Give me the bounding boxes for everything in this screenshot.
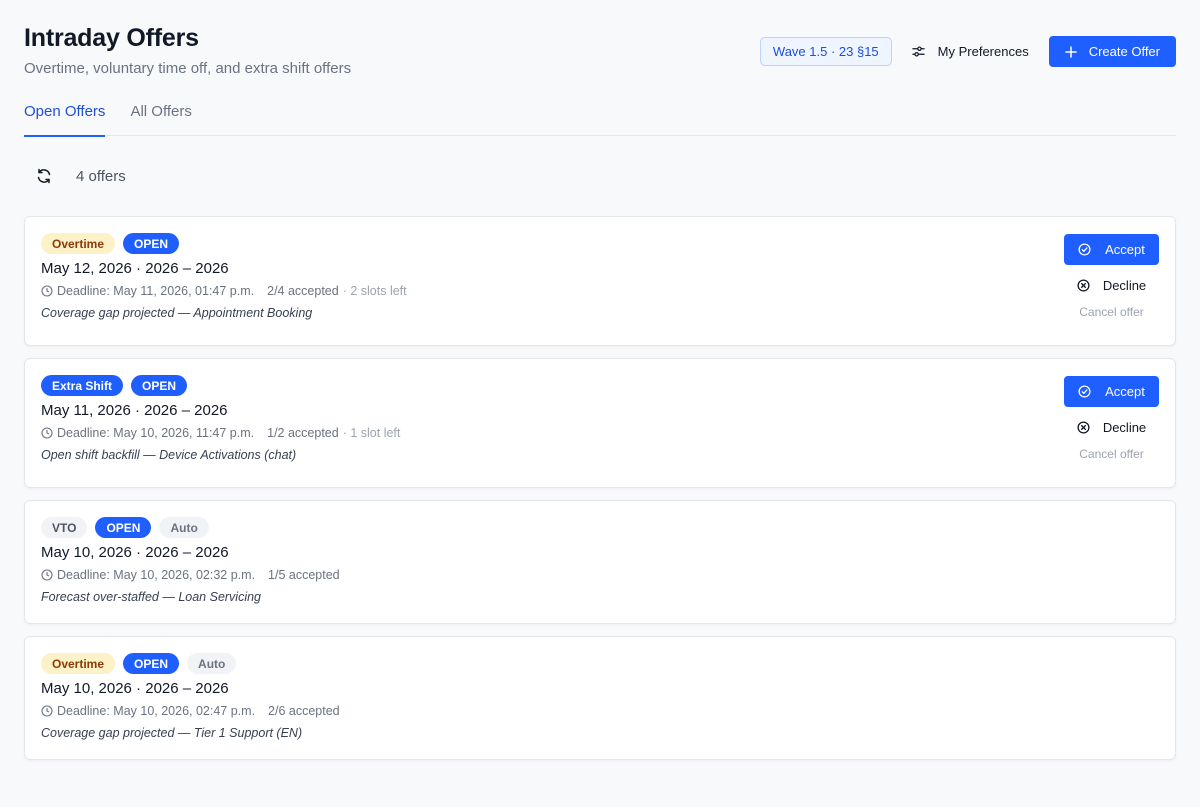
offer-note: Coverage gap projected — Tier 1 Support … bbox=[41, 726, 303, 740]
offer-meta: Deadline: May 10, 2026, 02:32 p.m. 1/5 a… bbox=[41, 566, 1159, 584]
offer-badges: Overtime OPEN Auto bbox=[41, 653, 1159, 675]
offer-badges: Overtime OPEN bbox=[41, 233, 1159, 255]
offer-accepted: 2/6 accepted bbox=[268, 704, 340, 718]
decline-label: Decline bbox=[1102, 419, 1147, 435]
offer-accepted: 1/5 accepted bbox=[268, 568, 340, 582]
accept-button[interactable]: Accept bbox=[1064, 234, 1159, 265]
intraday-offers-page: Intraday Offers Overtime, voluntary time… bbox=[24, 0, 1176, 772]
tab-open-offers[interactable]: Open Offers bbox=[24, 96, 106, 137]
wave-badge: Wave 1.5 · 23 §15 bbox=[759, 37, 892, 66]
refresh-button[interactable] bbox=[24, 156, 64, 196]
offer-card: VTO OPEN Auto May 10, 2026 · 2026 – 2026… bbox=[24, 500, 1176, 624]
offer-actions: Accept Decline Cancel offer bbox=[1064, 234, 1159, 319]
decline-label: Decline bbox=[1102, 277, 1147, 293]
offer-slots-left: · 1 slot left bbox=[342, 426, 401, 440]
offer-deadline: Deadline: May 10, 2026, 02:47 p.m. bbox=[57, 704, 256, 718]
offer-deadline: Deadline: May 10, 2026, 11:47 p.m. bbox=[57, 426, 255, 440]
offer-title: May 12, 2026 · 2026 – 2026 bbox=[41, 260, 229, 277]
offer-card: Overtime OPEN May 12, 2026 · 2026 – 2026… bbox=[24, 216, 1176, 346]
cancel-offer-link[interactable]: Cancel offer bbox=[1079, 447, 1143, 461]
offer-meta: Deadline: May 10, 2026, 11:47 p.m. 1/2 a… bbox=[41, 424, 1159, 442]
clock-icon bbox=[41, 569, 53, 581]
status-badge: OPEN bbox=[123, 233, 180, 254]
offer-meta: Deadline: May 10, 2026, 02:47 p.m. 2/6 a… bbox=[41, 702, 1159, 720]
offer-title: May 10, 2026 · 2026 – 2026 bbox=[41, 544, 229, 561]
decline-button[interactable]: Decline bbox=[1077, 274, 1146, 296]
offer-note: Coverage gap projected — Appointment Boo… bbox=[41, 306, 313, 320]
check-circle-icon bbox=[1078, 243, 1091, 256]
create-offer-button[interactable]: Create Offer bbox=[1048, 36, 1176, 67]
offer-meta: Deadline: May 11, 2026, 01:47 p.m. 2/4 a… bbox=[41, 282, 1159, 300]
create-offer-label: Create Offer bbox=[1088, 44, 1160, 59]
offer-deadline: Deadline: May 10, 2026, 02:32 p.m. bbox=[57, 568, 256, 582]
offer-note: Forecast over-staffed — Loan Servicing bbox=[41, 590, 262, 604]
offer-actions: Accept Decline Cancel offer bbox=[1064, 376, 1159, 461]
refresh-icon bbox=[37, 168, 51, 184]
offer-deadline: Deadline: May 11, 2026, 01:47 p.m. bbox=[57, 284, 255, 298]
clock-icon bbox=[41, 285, 53, 297]
offer-type-badge: Overtime bbox=[41, 233, 116, 254]
status-badge: OPEN bbox=[123, 653, 180, 674]
tab-all-offers[interactable]: All Offers bbox=[130, 96, 191, 136]
offer-badges: Extra Shift OPEN bbox=[41, 375, 1159, 397]
header-actions: Wave 1.5 · 23 §15 My Preferences Create … bbox=[759, 36, 1176, 67]
offer-title: May 10, 2026 · 2026 – 2026 bbox=[41, 680, 229, 697]
accept-button[interactable]: Accept bbox=[1064, 376, 1159, 407]
sliders-icon bbox=[911, 46, 925, 57]
offer-card: Extra Shift OPEN May 11, 2026 · 2026 – 2… bbox=[24, 358, 1176, 488]
offer-type-badge: Extra Shift bbox=[41, 375, 124, 396]
offer-slots-left: · 2 slots left bbox=[342, 284, 407, 298]
auto-badge: Auto bbox=[187, 653, 237, 674]
plus-icon bbox=[1064, 45, 1077, 58]
my-preferences-label: My Preferences bbox=[937, 44, 1029, 59]
offer-type-badge: VTO bbox=[41, 517, 88, 538]
cancel-offer-link[interactable]: Cancel offer bbox=[1079, 305, 1143, 319]
offer-title: May 11, 2026 · 2026 – 2026 bbox=[41, 402, 228, 419]
decline-button[interactable]: Decline bbox=[1077, 416, 1146, 438]
accept-label: Accept bbox=[1105, 384, 1145, 399]
page-title: Intraday Offers bbox=[24, 24, 199, 52]
auto-badge: Auto bbox=[159, 517, 209, 538]
x-circle-icon bbox=[1077, 420, 1090, 434]
status-badge: OPEN bbox=[95, 517, 152, 538]
offer-badges: VTO OPEN Auto bbox=[41, 517, 1159, 539]
offer-card: Overtime OPEN Auto May 10, 2026 · 2026 –… bbox=[24, 636, 1176, 760]
offer-note: Open shift backfill — Device Activations… bbox=[41, 448, 297, 462]
accept-label: Accept bbox=[1105, 242, 1145, 257]
offer-accepted: 1/2 accepted bbox=[267, 426, 339, 440]
offer-type-badge: Overtime bbox=[41, 653, 116, 674]
clock-icon bbox=[41, 427, 53, 439]
my-preferences-button[interactable]: My Preferences bbox=[910, 36, 1031, 67]
page-subtitle: Overtime, voluntary time off, and extra … bbox=[24, 60, 352, 77]
check-circle-icon bbox=[1078, 385, 1091, 398]
offer-count: 4 offers bbox=[76, 167, 126, 185]
toolbar: 4 offers bbox=[24, 136, 1176, 216]
x-circle-icon bbox=[1077, 278, 1090, 292]
status-badge: OPEN bbox=[131, 375, 188, 396]
clock-icon bbox=[41, 705, 53, 717]
page-header: Intraday Offers Overtime, voluntary time… bbox=[24, 0, 1176, 96]
offer-accepted: 2/4 accepted bbox=[267, 284, 339, 298]
offer-tabs: Open Offers All Offers bbox=[24, 96, 1176, 137]
